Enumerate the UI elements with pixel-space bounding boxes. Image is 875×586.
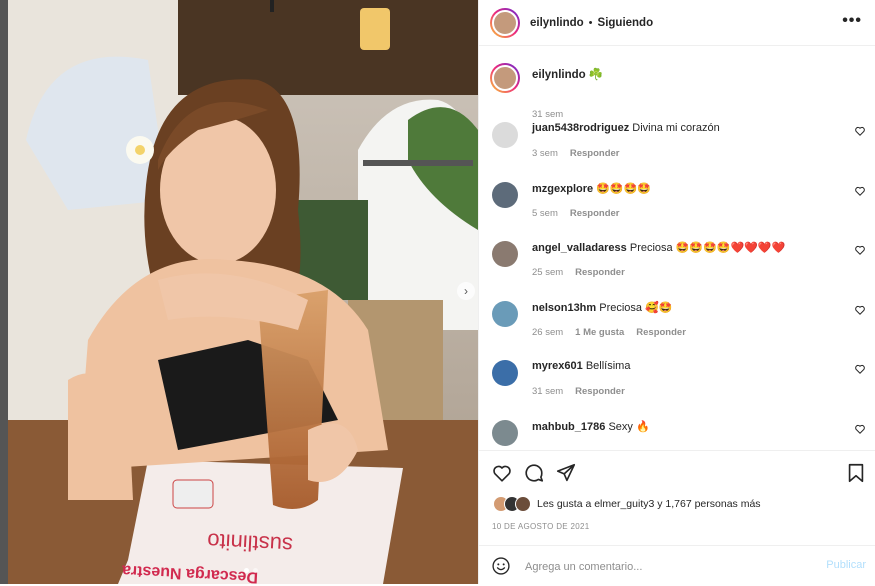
post-actions: Les gusta a elmer_guity3 y 1,767 persona…	[479, 450, 875, 585]
carousel-dot	[253, 568, 258, 573]
post-caption: eilynlindo ☘️ 31 sem	[490, 63, 603, 120]
comment-body: nelson13hm Preciosa 🥰🤩	[532, 301, 673, 314]
comments-list[interactable]: eilynlindo ☘️ 31 sem juan5438rodriguez D…	[479, 46, 875, 449]
comment-row: mahbub_1786 Sexy 🔥	[479, 419, 875, 450]
commenter-username[interactable]: mahbub_1786	[532, 421, 605, 433]
comment-like-heart-icon[interactable]	[854, 363, 866, 375]
add-comment-bar: Publicar	[479, 545, 875, 586]
comment-meta: 5 sem Responder	[532, 208, 632, 219]
commenter-username[interactable]: angel_valladaress	[532, 242, 627, 254]
next-photo-button[interactable]: ›	[457, 282, 475, 300]
carousel-dot-active	[244, 568, 249, 573]
caption-text: eilynlindo ☘️	[532, 67, 603, 81]
caption-emoji: ☘️	[588, 69, 604, 81]
comment-text: Bellísima	[585, 360, 631, 372]
comment-time: 3 sem	[532, 148, 558, 159]
commenter-avatar[interactable]	[492, 419, 518, 446]
commenter-username[interactable]: myrex601	[532, 360, 583, 372]
post-photo[interactable]: sustlinito Descarga Nuestra ›	[8, 0, 478, 584]
comment-text: 🤩🤩🤩🤩	[596, 182, 651, 195]
photo-illustration: sustlinito Descarga Nuestra	[8, 0, 478, 584]
more-options-icon[interactable]: •••	[842, 12, 862, 30]
comment-row: nelson13hm Preciosa 🥰🤩 26 sem 1 Me gusta Re…	[479, 300, 875, 356]
comment-icon[interactable]	[523, 462, 545, 484]
author-username[interactable]: eilynlindo	[530, 17, 584, 29]
comment-row: juan5438rodriguez Divina mi corazón 3 sem…	[479, 122, 875, 177]
comment-body: mahbub_1786 Sexy 🔥	[532, 420, 650, 433]
reply-button[interactable]: Responder	[575, 386, 625, 397]
comment-meta: 3 sem Responder	[532, 148, 632, 159]
comment-row: mzgexplore 🤩🤩🤩🤩 5 sem Responder	[479, 181, 875, 237]
caption-avatar[interactable]	[490, 63, 520, 93]
commenter-avatar[interactable]	[492, 241, 518, 267]
comment-likes[interactable]: 1 Me gusta	[575, 327, 624, 338]
comment-text: Preciosa 🥰🤩	[599, 301, 673, 314]
instagram-post-modal: sustlinito Descarga Nuestra › eilynlindo…	[0, 0, 875, 584]
comment-meta: 26 sem 1 Me gusta Responder	[532, 327, 698, 338]
reply-button[interactable]: Responder	[636, 327, 686, 338]
reply-button[interactable]: Responder	[570, 148, 620, 159]
comment-text: Preciosa 🤩🤩🤩🤩❤️❤️❤️❤️	[629, 242, 786, 254]
comment-time: 5 sem	[532, 207, 558, 219]
publish-button[interactable]: Publicar	[826, 559, 866, 571]
reply-button[interactable]: Responder	[575, 267, 625, 278]
header-separator: •	[588, 16, 593, 29]
comment-text: Sexy 🔥	[608, 420, 650, 433]
comment-time: 26 sem	[532, 326, 564, 338]
likes-text: Les gusta a elmer_guity3 y 1,767 persona…	[537, 498, 761, 510]
comment-body: myrex601 Bellísima	[532, 360, 630, 372]
commenter-avatar[interactable]	[492, 360, 518, 386]
caption-time: 31 sem	[532, 109, 564, 120]
post-sidebar: eilynlindo • Siguiendo ••• eilynlindo ☘️…	[478, 0, 875, 584]
commenter-username[interactable]: juan5438rodriguez	[532, 122, 629, 134]
comment-meta: 25 sem Responder	[532, 267, 637, 278]
commenter-username[interactable]: nelson13hm	[532, 302, 596, 314]
post-date: 10 DE AGOSTO DE 2021	[492, 522, 590, 531]
emoji-icon[interactable]	[491, 556, 511, 576]
carousel-indicator	[244, 568, 258, 573]
comment-time: 31 sem	[532, 386, 564, 397]
reply-button[interactable]: Responder	[570, 208, 620, 219]
comment-like-heart-icon[interactable]	[854, 244, 866, 256]
comment-meta: 31 sem Responder	[532, 386, 637, 397]
comment-like-heart-icon[interactable]	[854, 125, 866, 137]
comment-like-heart-icon[interactable]	[854, 423, 866, 435]
comment-row: myrex601 Bellísima 31 sem Responder	[479, 360, 875, 415]
comment-body: juan5438rodriguez Divina mi corazón	[532, 122, 720, 134]
backdrop	[0, 0, 8, 584]
commenter-avatar[interactable]	[492, 181, 518, 208]
comment-time: 25 sem	[532, 267, 564, 278]
save-bookmark-icon[interactable]	[845, 462, 867, 484]
like-heart-icon[interactable]	[491, 462, 513, 484]
author-avatar[interactable]	[490, 7, 520, 38]
commenter-avatar[interactable]	[492, 300, 518, 327]
post-header: eilynlindo • Siguiendo •••	[479, 0, 875, 46]
share-icon[interactable]	[555, 462, 577, 484]
comment-row: angel_valladaress Preciosa 🤩🤩🤩🤩❤️❤️❤️❤️ 2…	[479, 241, 875, 296]
comment-input[interactable]	[523, 556, 817, 578]
svg-text:sustlinito: sustlinito	[207, 528, 294, 557]
liker-avatar	[515, 496, 531, 512]
caption-username[interactable]: eilynlindo	[532, 69, 586, 81]
comment-text: Divina mi corazón	[632, 122, 720, 134]
comment-body: mzgexplore 🤩🤩🤩🤩	[532, 182, 651, 195]
comment-like-heart-icon[interactable]	[854, 185, 866, 197]
comment-like-heart-icon[interactable]	[854, 304, 866, 316]
comment-body: angel_valladaress Preciosa 🤩🤩🤩🤩❤️❤️❤️❤️	[532, 241, 785, 254]
likes-summary[interactable]: Les gusta a elmer_guity3 y 1,767 persona…	[493, 496, 761, 512]
follow-status-button[interactable]: Siguiendo	[598, 17, 654, 29]
commenter-username[interactable]: mzgexplore	[532, 183, 593, 195]
commenter-avatar[interactable]	[492, 122, 518, 148]
